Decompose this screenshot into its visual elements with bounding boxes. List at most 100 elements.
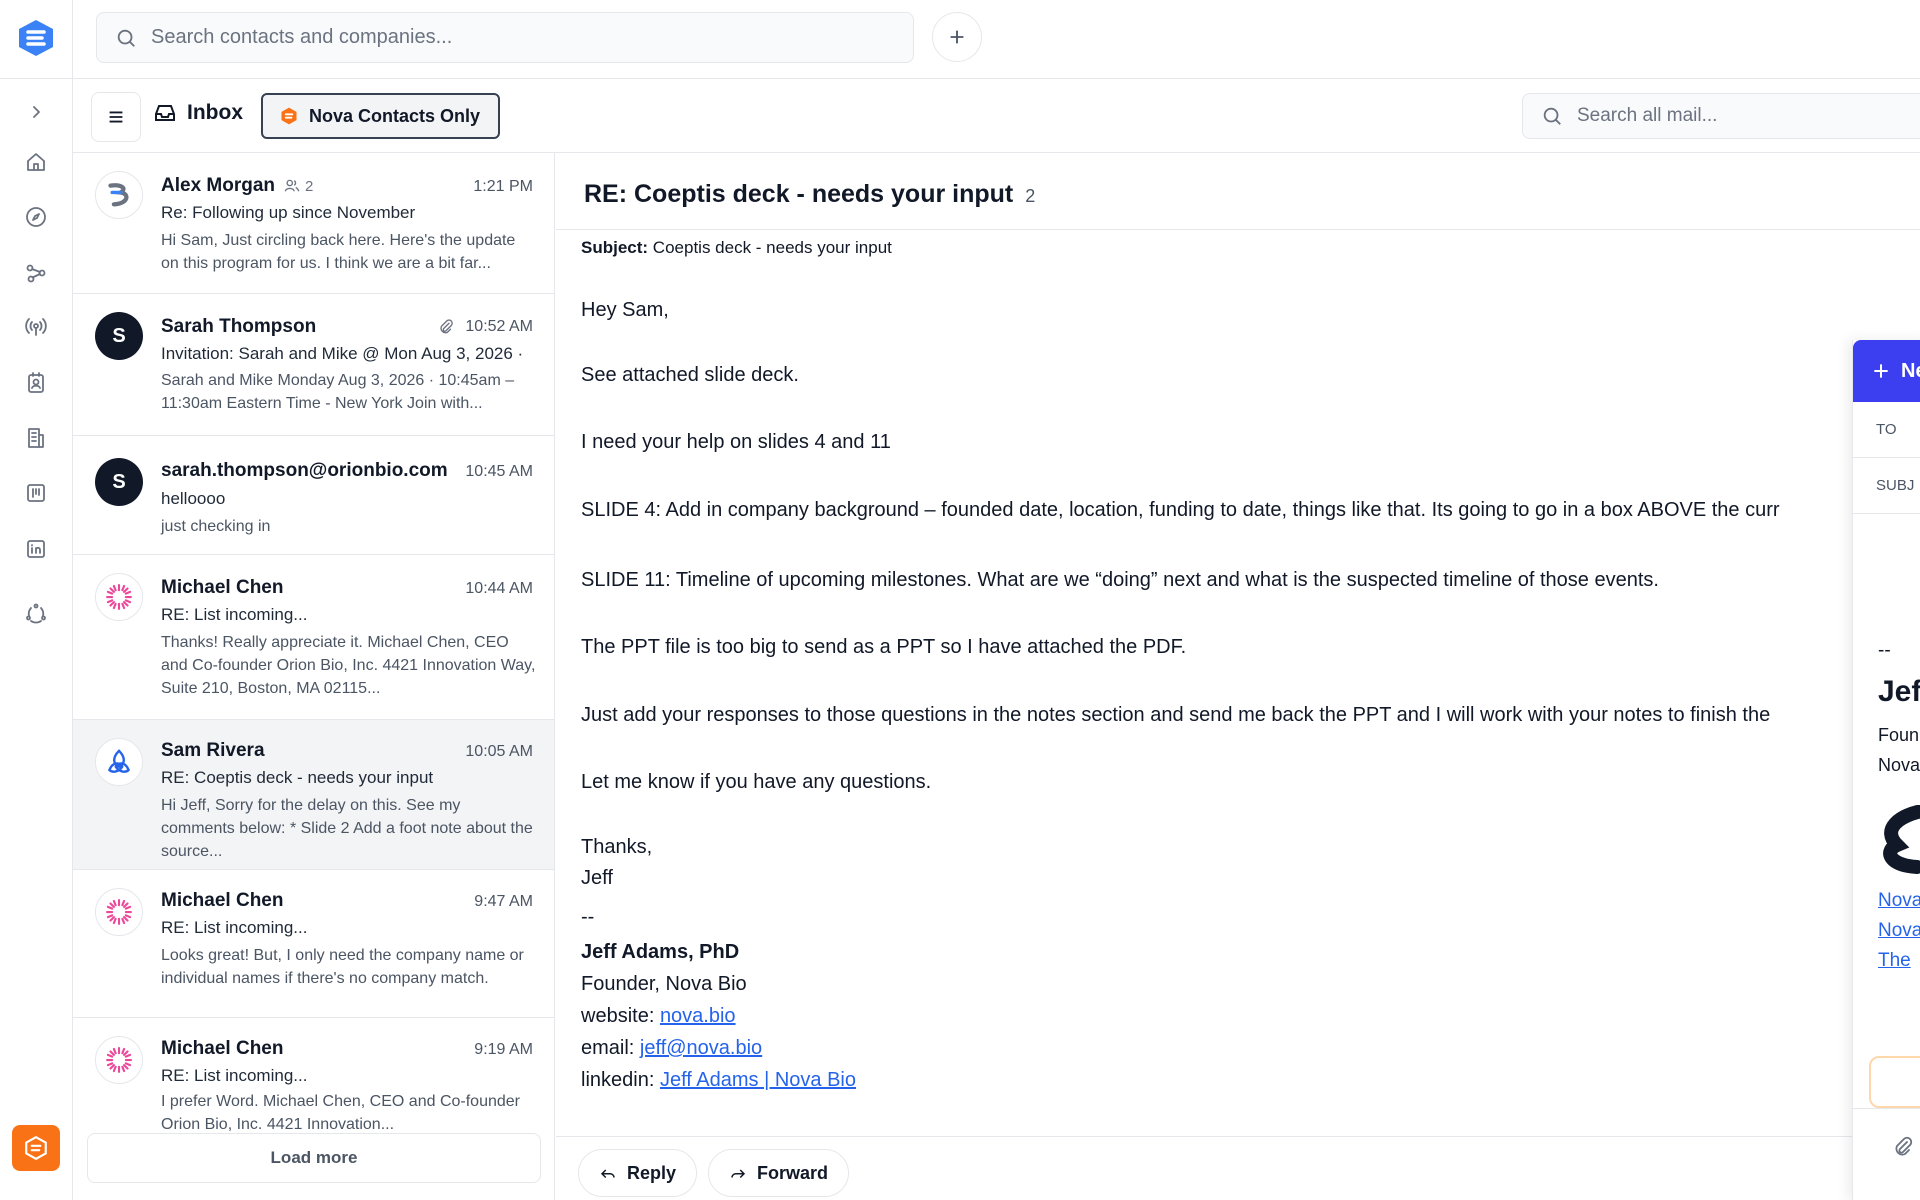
- subj-label: SUBJ: [1876, 477, 1915, 494]
- time-label: 1:21 PM: [473, 178, 533, 195]
- compose-sig-sep: --: [1878, 640, 1891, 661]
- sender-name: Michael Chen: [161, 577, 284, 598]
- compose-sig-link[interactable]: Nova: [1878, 890, 1920, 912]
- avatar: S: [95, 312, 143, 360]
- burst-logo-icon: [106, 899, 132, 925]
- compass-icon[interactable]: [22, 203, 50, 231]
- burst-logo-icon: [106, 1047, 132, 1073]
- to-field[interactable]: TO: [1853, 402, 1920, 458]
- linkedin-link[interactable]: Jeff Adams | Nova Bio: [660, 1069, 856, 1091]
- compose-sig-link[interactable]: Nova: [1878, 920, 1920, 942]
- app-logo-icon[interactable]: [16, 18, 56, 58]
- message-time: 10:05 AM: [465, 743, 533, 761]
- subject-field[interactable]: SUBJ: [1853, 458, 1920, 514]
- message-subject: RE: List incoming...: [161, 605, 308, 624]
- mail-toolbar: Inbox Nova Contacts Only: [73, 79, 1920, 153]
- list-item[interactable]: Alex Morgan 2 1:21 PM Re: Following up s…: [73, 153, 554, 294]
- subject-value: Coeptis deck - needs your input: [652, 238, 892, 257]
- filter-label: Nova Contacts Only: [309, 105, 481, 126]
- inbox-tab[interactable]: Inbox: [153, 101, 243, 125]
- signature-logo-icon: [1877, 804, 1920, 880]
- compose-panel: Ne TO SUBJ -- Jef Foun Nova Nova Nova Th…: [1852, 340, 1920, 1200]
- global-search-box[interactable]: [96, 12, 914, 63]
- time-label: 10:45 AM: [465, 463, 533, 480]
- global-search-input[interactable]: [151, 26, 851, 49]
- signature-title: Founder, Nova Bio: [581, 973, 747, 995]
- reply-arrow-icon: [600, 1169, 615, 1179]
- list-item[interactable]: Michael Chen 10:44 AM RE: List incoming.…: [73, 555, 554, 720]
- message-preview: just checking in: [161, 518, 271, 535]
- participant-number: 2: [305, 177, 314, 195]
- company-logo-icon: [108, 183, 129, 207]
- network-icon[interactable]: [22, 259, 50, 287]
- reply-button[interactable]: Reply: [578, 1149, 698, 1197]
- message-preview: I prefer Word. Michael Chen, CEO and Co-…: [161, 1093, 520, 1133]
- email-link[interactable]: jeff@nova.bio: [640, 1037, 762, 1059]
- time-label: 10:05 AM: [465, 743, 533, 760]
- signature-name: Jeff Adams, PhD: [581, 941, 740, 963]
- subject-label: Subject:: [581, 238, 649, 257]
- mail-search-input[interactable]: [1577, 105, 1907, 127]
- compose-divider: [1853, 1108, 1920, 1109]
- add-button[interactable]: [932, 12, 982, 62]
- menu-button[interactable]: [91, 92, 141, 142]
- sync-icon[interactable]: [22, 600, 50, 628]
- broadcast-icon[interactable]: [22, 313, 50, 341]
- message-meta: 10:52 AM: [437, 318, 533, 336]
- signature-email: email: jeff@nova.bio: [581, 1037, 762, 1060]
- website-link[interactable]: nova.bio: [660, 1005, 736, 1027]
- inbox-icon: [155, 105, 175, 121]
- people-icon: [284, 179, 300, 192]
- website-label: website:: [581, 1005, 655, 1027]
- message-preview: Hi Sam, Just circling back here. Here's …: [161, 232, 516, 272]
- send-button-outline[interactable]: [1869, 1056, 1920, 1108]
- home-icon[interactable]: [22, 148, 50, 176]
- message-time: 10:45 AM: [465, 463, 533, 481]
- time-label: 10:44 AM: [465, 580, 533, 597]
- avatar: [95, 888, 143, 936]
- hamburger-icon: [109, 111, 123, 123]
- forward-label: Forward: [757, 1162, 829, 1183]
- message-time: 1:21 PM: [473, 178, 533, 196]
- forward-button[interactable]: Forward: [708, 1149, 850, 1197]
- avatar-initial: S: [112, 324, 126, 347]
- compose-header-label: Ne: [1901, 359, 1920, 382]
- body-line: SLIDE 11: Timeline of upcoming milestone…: [581, 569, 1659, 591]
- compose-sig-link[interactable]: The: [1878, 950, 1911, 972]
- mail-search-box[interactable]: [1522, 93, 1920, 139]
- email-label: email:: [581, 1037, 635, 1059]
- list-item[interactable]: Michael Chen 9:47 AM RE: List incoming..…: [73, 870, 554, 1018]
- attachment-icon: [440, 319, 454, 334]
- body-line: Just add your responses to those questio…: [581, 704, 1771, 726]
- plus-icon: [950, 30, 964, 44]
- sender-name: Sarah Thompson: [161, 316, 317, 337]
- new-message-button[interactable]: Ne: [1853, 340, 1920, 402]
- expand-chevron-icon[interactable]: [22, 98, 50, 126]
- message-preview: Thanks! Really appreciate it. Michael Ch…: [161, 634, 536, 697]
- avatar-initial: S: [112, 470, 126, 493]
- nova-contacts-filter-button[interactable]: Nova Contacts Only: [261, 93, 501, 139]
- message-time: 9:47 AM: [474, 893, 533, 911]
- load-more-button[interactable]: Load more: [87, 1133, 541, 1183]
- message-subject: Invitation: Sarah and Mike @ Mon Aug 3, …: [161, 344, 524, 363]
- time-label: 10:52 AM: [465, 318, 533, 335]
- nova-logo-icon: [25, 1135, 47, 1161]
- companies-icon[interactable]: [22, 424, 50, 452]
- contacts-icon[interactable]: [22, 369, 50, 397]
- list-item[interactable]: S sarah.thompson@orionbio.com 10:45 AM h…: [73, 436, 554, 555]
- sender-name: Alex Morgan: [161, 175, 276, 196]
- compose-sig-line: Foun: [1878, 725, 1920, 745]
- attachment-icon[interactable]: [1891, 1135, 1915, 1164]
- message-subject: helloooo: [161, 489, 226, 508]
- message-preview: Hi Jeff, Sorry for the delay on this. Se…: [161, 797, 533, 860]
- message-preview: Looks great! But, I only need the compan…: [161, 947, 524, 987]
- sender-name: Michael Chen: [161, 890, 284, 911]
- linkedin-icon[interactable]: [22, 535, 50, 563]
- search-icon: [117, 29, 135, 47]
- list-item-selected[interactable]: Sam Rivera 10:05 AM RE: Coeptis deck - n…: [73, 720, 554, 870]
- trefoil-logo-icon: [107, 749, 131, 773]
- board-icon[interactable]: [22, 479, 50, 507]
- app-switcher-button[interactable]: [12, 1125, 60, 1171]
- list-item[interactable]: S Sarah Thompson 10:52 AM Invitation: Sa…: [73, 294, 554, 436]
- avatar: [95, 1036, 143, 1084]
